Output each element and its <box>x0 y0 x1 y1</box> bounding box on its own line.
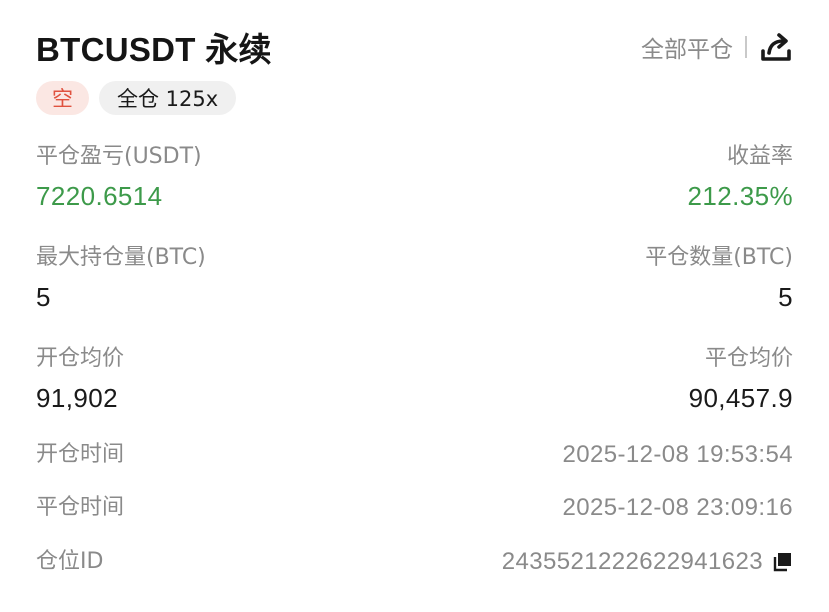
roi-label: 收益率 <box>726 144 793 169</box>
share-icon[interactable] <box>759 30 793 64</box>
pnl-label: 平仓盈亏(USDT) <box>36 144 202 169</box>
close-qty-label: 平仓数量(BTC) <box>645 245 793 270</box>
position-tags: 空 全仓 125x <box>36 81 237 115</box>
close-qty-value: 5 <box>778 282 793 312</box>
close-all-button[interactable]: 全部平仓 <box>641 30 733 64</box>
position-id-value: 2435521222622941623 <box>501 548 763 575</box>
margin-mode-badge: 全仓 125x <box>99 81 237 115</box>
close-price-value: 90,457.9 <box>688 383 793 413</box>
open-time-row: 开仓时间 2025-12-08 19:53:54 <box>36 438 793 472</box>
max-position-label: 最大持仓量(BTC) <box>36 245 206 270</box>
open-price-block: 开仓均价 91,902 <box>36 345 124 415</box>
open-price-label: 开仓均价 <box>36 346 125 371</box>
card-header: BTCUSDT 永续 全部平仓 <box>36 22 793 72</box>
max-position-value: 5 <box>36 282 51 312</box>
position-id-group: 2435521222622941623 <box>502 548 793 576</box>
side-badge: 空 <box>36 81 89 115</box>
close-price-label: 平仓均价 <box>704 346 793 371</box>
price-row: 开仓均价 91,902 平仓均价 90,457.9 <box>36 345 793 415</box>
roi-block: 收益率 212.35% <box>688 143 793 213</box>
close-time-row: 平仓时间 2025-12-08 23:09:16 <box>36 491 793 525</box>
roi-value: 212.35% <box>687 181 793 211</box>
close-qty-block: 平仓数量(BTC) 5 <box>645 244 793 314</box>
open-time-value: 2025-12-08 19:53:54 <box>562 441 793 468</box>
header-actions: 全部平仓 <box>641 30 793 64</box>
pnl-row: 平仓盈亏(USDT) 7220.6514 收益率 212.35% <box>36 143 793 213</box>
position-id-label: 仓位ID <box>36 549 104 574</box>
close-price-block: 平仓均价 90,457.9 <box>689 345 793 415</box>
open-time-label: 开仓时间 <box>36 442 125 467</box>
close-time-value: 2025-12-08 23:09:16 <box>562 494 793 521</box>
pnl-value: 7220.6514 <box>36 181 163 211</box>
position-history-card: BTCUSDT 永续 全部平仓 空 全仓 125x 平仓盈亏(USDT) 722… <box>0 0 829 612</box>
page-title: BTCUSDT 永续 <box>36 31 272 68</box>
copy-icon[interactable] <box>771 551 793 573</box>
open-price-value: 91,902 <box>36 383 118 413</box>
header-divider <box>745 36 747 58</box>
close-time-label: 平仓时间 <box>36 495 125 520</box>
quantity-row: 最大持仓量(BTC) 5 平仓数量(BTC) 5 <box>36 244 793 314</box>
pnl-block: 平仓盈亏(USDT) 7220.6514 <box>36 143 202 213</box>
position-id-row: 仓位ID 2435521222622941623 <box>36 545 793 579</box>
max-position-block: 最大持仓量(BTC) 5 <box>36 244 206 314</box>
